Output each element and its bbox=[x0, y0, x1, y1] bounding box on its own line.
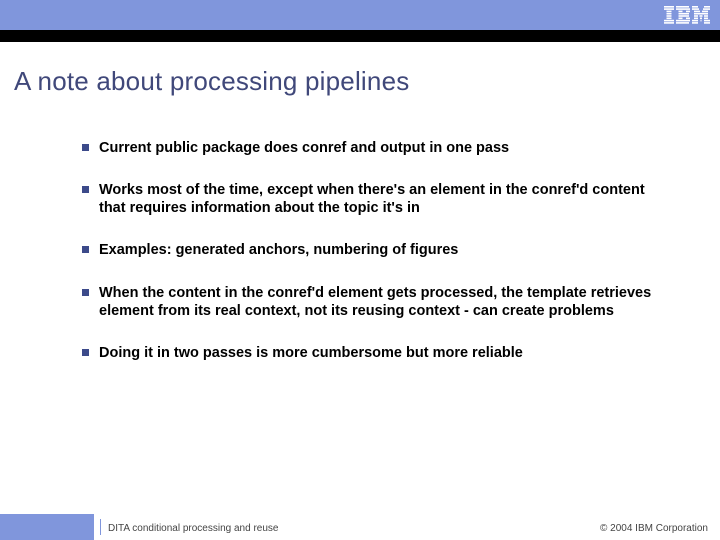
footer-left-text: DITA conditional processing and reuse bbox=[108, 523, 278, 534]
bullet-text: Current public package does conref and o… bbox=[99, 139, 509, 157]
footer-copyright: © 2004 IBM Corporation bbox=[600, 523, 708, 534]
list-item: Works most of the time, except when ther… bbox=[82, 181, 660, 217]
header-bar bbox=[0, 0, 720, 42]
bullet-icon bbox=[82, 246, 89, 253]
footer-divider bbox=[100, 519, 101, 535]
bullet-icon bbox=[82, 349, 89, 356]
bullet-icon bbox=[82, 289, 89, 296]
list-item: Doing it in two passes is more cumbersom… bbox=[82, 344, 660, 362]
slide-title: A note about processing pipelines bbox=[0, 42, 720, 97]
bullet-icon bbox=[82, 144, 89, 151]
bullet-text: Doing it in two passes is more cumbersom… bbox=[99, 344, 523, 362]
bullet-text: Examples: generated anchors, numbering o… bbox=[99, 241, 458, 259]
ibm-logo bbox=[664, 6, 710, 24]
footer: DITA conditional processing and reuse © … bbox=[0, 514, 720, 540]
footer-accent bbox=[0, 514, 94, 540]
bullet-icon bbox=[82, 186, 89, 193]
bullet-list: Current public package does conref and o… bbox=[0, 97, 720, 362]
bullet-text: When the content in the conref'd element… bbox=[99, 284, 660, 320]
list-item: Examples: generated anchors, numbering o… bbox=[82, 241, 660, 259]
list-item: When the content in the conref'd element… bbox=[82, 284, 660, 320]
bullet-text: Works most of the time, except when ther… bbox=[99, 181, 660, 217]
header-bar-stripe bbox=[0, 30, 720, 42]
list-item: Current public package does conref and o… bbox=[82, 139, 660, 157]
